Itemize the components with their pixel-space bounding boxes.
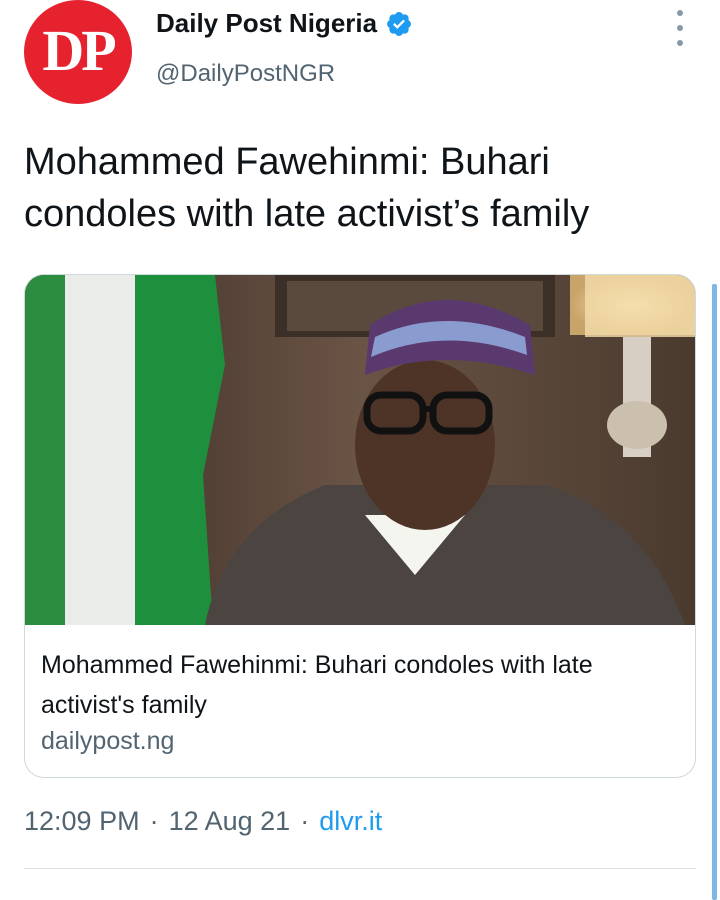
- avatar[interactable]: DP: [24, 0, 132, 104]
- scrollbar[interactable]: [712, 284, 717, 900]
- card-title: Mohammed Fawehinmi: Buhari condoles with…: [41, 651, 593, 719]
- display-name[interactable]: Daily Post Nigeria: [156, 8, 377, 39]
- tweet-header: DP Daily Post Nigeria @DailyPostNGR: [0, 0, 720, 120]
- tweet-meta: 12:09 PM · 12 Aug 21 · dlvr.it: [24, 806, 382, 837]
- tweet-text: Mohammed Fawehinmi: Buhari condoles with…: [24, 141, 590, 235]
- avatar-text: DP: [42, 17, 116, 83]
- divider: [24, 868, 696, 869]
- meta-separator-2: ·: [300, 806, 310, 836]
- handle[interactable]: @DailyPostNGR: [156, 60, 335, 88]
- more-vertical-icon[interactable]: [664, 10, 696, 46]
- tweet-source-link[interactable]: dlvr.it: [319, 806, 382, 837]
- card-image: [25, 275, 695, 625]
- tweet-time[interactable]: 12:09 PM: [24, 806, 140, 837]
- name-row: Daily Post Nigeria: [156, 8, 413, 39]
- meta-separator: ·: [149, 806, 159, 836]
- verified-badge-icon: [387, 11, 412, 36]
- card-domain: dailypost.ng: [41, 727, 175, 755]
- tweet-date[interactable]: 12 Aug 21: [169, 806, 291, 837]
- link-card[interactable]: Mohammed Fawehinmi: Buhari condoles with…: [24, 274, 696, 778]
